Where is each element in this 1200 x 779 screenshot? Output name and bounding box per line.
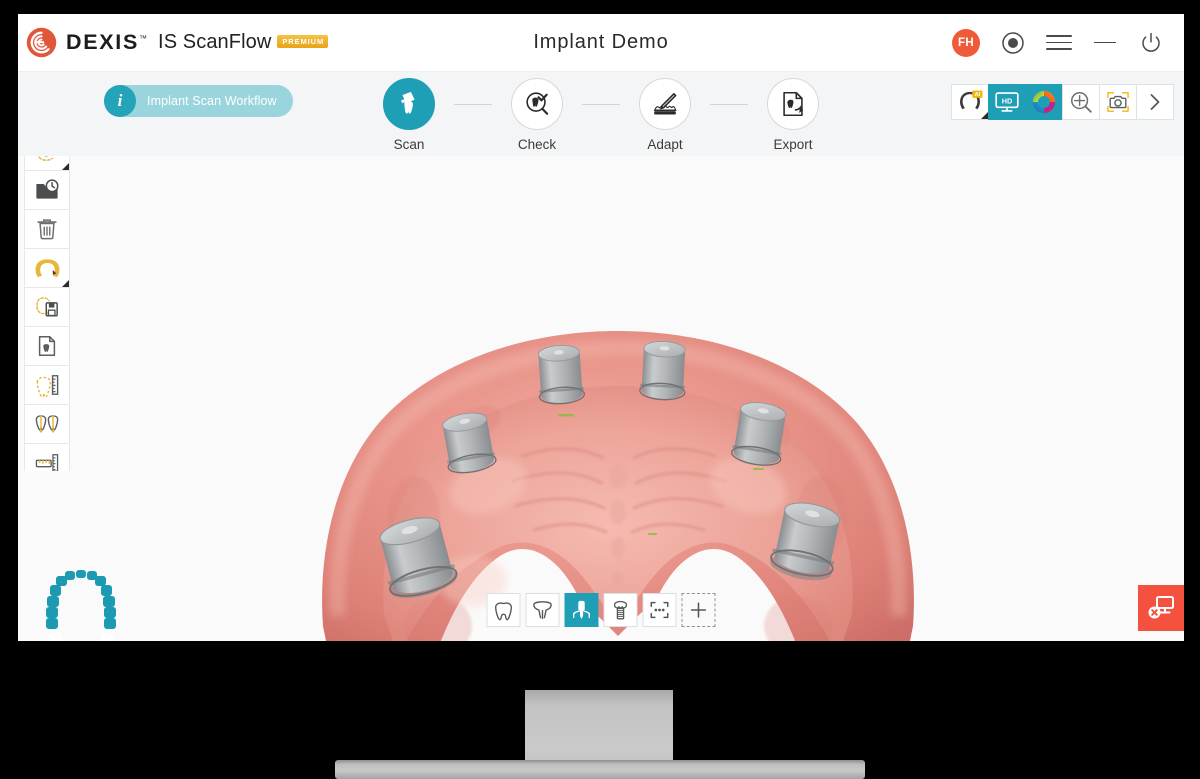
implant-screw-icon[interactable]	[603, 593, 638, 627]
svg-text:AI: AI	[975, 92, 981, 98]
check-magnifier-icon	[511, 78, 563, 130]
workflow-toolbar: i Implant Scan Workflow Scan Check Adapt…	[18, 72, 1184, 156]
workflow-step-adapt-label: Adapt	[647, 137, 683, 152]
step-connector	[582, 104, 620, 105]
workflow-step-adapt[interactable]: Adapt	[620, 78, 710, 152]
ai-arch-icon[interactable]: AI	[951, 84, 989, 120]
hd-monitor-icon[interactable]: HD	[988, 84, 1026, 120]
tooth-icon[interactable]	[486, 593, 521, 627]
lower-arch	[49, 633, 113, 641]
zoom-target-icon[interactable]	[1062, 84, 1100, 120]
arch-selector[interactable]	[44, 568, 122, 641]
dexis-spiral-logo-icon	[26, 27, 57, 58]
minimize-icon[interactable]	[1092, 30, 1118, 56]
save-disk-icon[interactable]	[24, 287, 70, 326]
adapt-trim-icon	[639, 78, 691, 130]
brand-name: DEXIS	[66, 30, 140, 54]
power-icon[interactable]	[1138, 30, 1164, 56]
tooth-document-icon[interactable]	[24, 326, 70, 365]
workflow-step-check-label: Check	[517, 137, 557, 152]
workflow-step-scan-label: Scan	[393, 137, 425, 152]
submenu-indicator	[981, 112, 988, 119]
premium-badge: PREMIUM	[277, 35, 329, 48]
workflow-steps: Scan Check Adapt Export	[364, 78, 838, 152]
tooth-measure-icon[interactable]	[24, 365, 70, 404]
workflow-step-export-label: Export	[773, 137, 813, 152]
monitor-frame: DEXIS™ IS ScanFlow PREMIUM Implant Demo F…	[0, 0, 1200, 779]
open-history-icon[interactable]	[24, 170, 70, 209]
step-connector	[454, 104, 492, 105]
color-wheel-icon[interactable]	[1025, 84, 1063, 120]
submenu-indicator	[62, 280, 69, 287]
chevron-right-icon[interactable]	[1136, 84, 1174, 120]
step-connector	[710, 104, 748, 105]
workflow-step-export[interactable]: Export	[748, 78, 838, 152]
workflow-step-check[interactable]: Check	[492, 78, 582, 152]
3d-model-viewport[interactable]	[18, 156, 1184, 641]
view-toolbar: AI HD	[951, 84, 1174, 120]
implant-workflow-banner[interactable]: i Implant Scan Workflow	[104, 85, 293, 117]
occlusion-pair-icon[interactable]	[24, 404, 70, 443]
window-controls: FH	[952, 28, 1184, 57]
application-screen: DEXIS™ IS ScanFlow PREMIUM Implant Demo F…	[18, 14, 1184, 641]
arch-fill-icon[interactable]	[24, 248, 70, 287]
left-toolbar	[24, 156, 70, 471]
info-icon: i	[104, 85, 136, 117]
export-file-icon	[767, 78, 819, 130]
svg-text:HD: HD	[1002, 96, 1013, 105]
screenshot-camera-icon[interactable]	[1099, 84, 1137, 120]
upper-arch-selected	[46, 570, 116, 629]
monitor-disconnected-icon	[1148, 596, 1174, 619]
object-toolbar	[486, 593, 716, 627]
add-region-icon[interactable]	[681, 593, 716, 627]
workflow-step-scan[interactable]: Scan	[364, 78, 454, 152]
brand-wordmark: DEXIS™	[66, 30, 147, 55]
maxillary-arch-model	[322, 331, 914, 641]
delete-trash-icon[interactable]	[24, 209, 70, 248]
submenu-indicator	[62, 163, 69, 170]
record-dot-icon[interactable]	[1000, 30, 1026, 56]
brush-select-icon[interactable]	[24, 156, 70, 170]
brand-area: DEXIS™ IS ScanFlow PREMIUM	[18, 27, 329, 58]
implant-workflow-label: Implant Scan Workflow	[147, 94, 277, 108]
scan-tooth-icon	[383, 78, 435, 130]
detect-region-icon[interactable]	[642, 593, 677, 627]
title-bar: DEXIS™ IS ScanFlow PREMIUM Implant Demo F…	[18, 14, 1184, 72]
scan-body-icon[interactable]	[564, 593, 599, 627]
ruler-scale-icon[interactable]	[24, 443, 70, 471]
trademark-symbol: ™	[139, 33, 148, 43]
avatar[interactable]: FH	[952, 28, 980, 57]
product-name: IS ScanFlow PREMIUM	[158, 31, 329, 54]
monitor-stand-base	[335, 760, 865, 779]
scanner-disconnected-button[interactable]	[1138, 585, 1184, 631]
palate-arch-icon[interactable]	[525, 593, 560, 627]
hamburger-menu-icon[interactable]	[1046, 30, 1072, 56]
